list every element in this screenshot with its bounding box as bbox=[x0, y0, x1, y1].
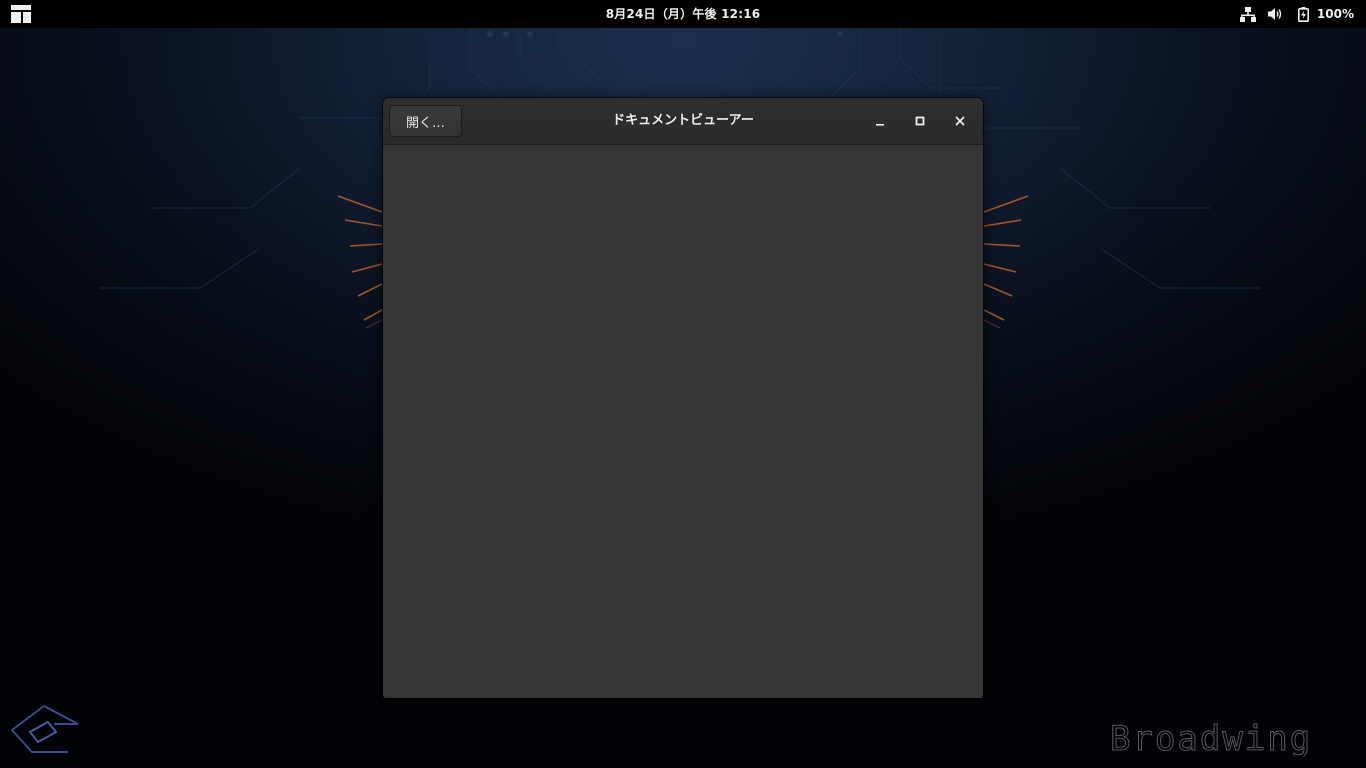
document-content-area[interactable] bbox=[383, 145, 983, 698]
battery-icon[interactable] bbox=[1295, 6, 1313, 22]
system-status-area[interactable]: 100% bbox=[1239, 0, 1354, 28]
minimize-icon bbox=[876, 124, 884, 126]
os-logo-icon bbox=[10, 705, 79, 753]
svg-text:Broadwing: Broadwing bbox=[1110, 722, 1312, 756]
minimize-button[interactable] bbox=[867, 108, 893, 134]
close-button[interactable] bbox=[947, 108, 973, 134]
window-title: ドキュメントビューアー bbox=[612, 113, 754, 128]
close-icon bbox=[955, 116, 965, 126]
network-wired-icon[interactable] bbox=[1239, 6, 1257, 22]
clock: 8月24日（月）午後 12:16 bbox=[0, 0, 1366, 28]
battery-percentage[interactable]: 100% bbox=[1317, 7, 1354, 21]
document-viewer-window: 開く… ドキュメントビューアー bbox=[383, 98, 983, 698]
date-time-label[interactable]: 8月24日（月）午後 12:16 bbox=[606, 7, 761, 21]
maximize-icon bbox=[915, 116, 925, 126]
top-bar: 8月24日（月）午後 12:16 100% bbox=[0, 0, 1366, 28]
maximize-button[interactable] bbox=[907, 108, 933, 134]
window-header-bar[interactable]: 開く… ドキュメントビューアー bbox=[383, 98, 983, 145]
volume-icon[interactable] bbox=[1267, 6, 1285, 22]
brand-logo-text: Broadwing bbox=[1110, 722, 1312, 756]
